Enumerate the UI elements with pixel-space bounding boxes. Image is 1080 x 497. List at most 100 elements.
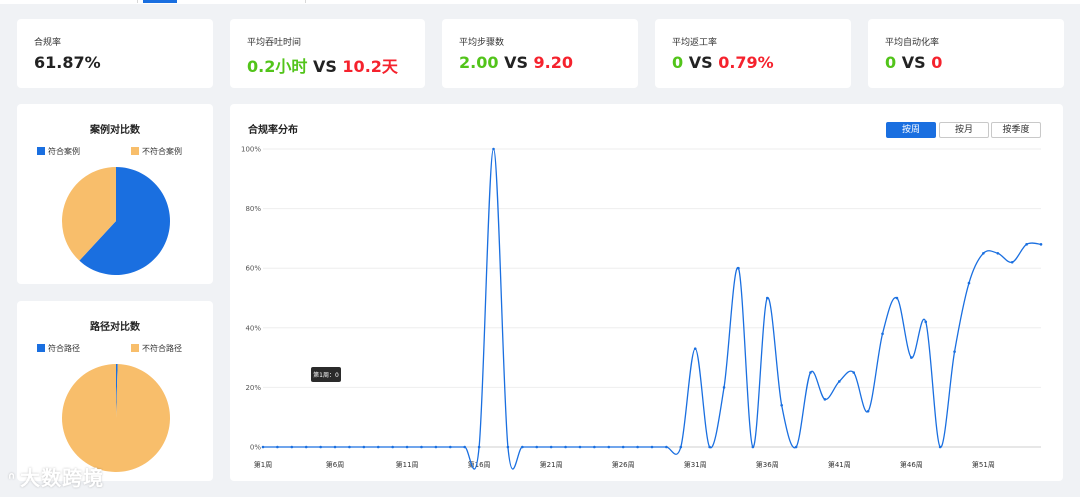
- kpi-value: 0 VS 0.79%: [672, 53, 774, 72]
- pie-slice-noncompliant-paths[interactable]: [61, 364, 170, 472]
- data-point[interactable]: [737, 266, 740, 270]
- data-point[interactable]: [982, 252, 985, 255]
- kpi-value-text: 61.87%: [34, 53, 101, 72]
- data-point[interactable]: [391, 445, 394, 449]
- data-point[interactable]: [765, 296, 769, 300]
- top-tab-strip: [0, 0, 1080, 4]
- legend-swatch: [131, 344, 139, 352]
- kpi-label: 平均吞吐时间: [247, 38, 302, 48]
- data-point[interactable]: [722, 386, 726, 389]
- kpi-value: 2.00 VS 9.20: [459, 53, 573, 72]
- data-point[interactable]: [837, 380, 841, 383]
- data-point[interactable]: [578, 445, 582, 449]
- data-point[interactable]: [881, 332, 884, 336]
- data-point[interactable]: [679, 445, 683, 449]
- data-point[interactable]: [852, 371, 856, 374]
- kpi-card-steps: 平均步骤数 2.00 VS 9.20: [442, 19, 638, 88]
- legend-noncompliant-paths[interactable]: 不符合路径: [131, 343, 182, 354]
- watermark: ᐢ 大数跨境: [8, 462, 104, 491]
- data-point[interactable]: [376, 445, 380, 449]
- data-point[interactable]: [405, 445, 409, 449]
- kpi-card-compliance-rate: 合规率 61.87%: [17, 19, 213, 88]
- data-point[interactable]: [434, 445, 438, 449]
- data-point[interactable]: [693, 347, 697, 350]
- compliance-distribution-card: 合规率分布 按周 按月 按季度 0% 20% 40% 60% 80% 100% 第1周 第6周…: [230, 104, 1063, 481]
- data-point[interactable]: [794, 445, 798, 449]
- y-tick-label: 80%: [245, 205, 261, 213]
- legend-compliant-paths[interactable]: 符合路径: [37, 343, 80, 354]
- x-tick-label: 第1周: [254, 460, 272, 469]
- x-tick-label: 第41周: [828, 460, 851, 469]
- active-tab-indicator[interactable]: [143, 0, 177, 3]
- data-point[interactable]: [809, 371, 812, 374]
- data-point[interactable]: [261, 445, 265, 449]
- data-point[interactable]: [621, 445, 625, 449]
- legend-label: 符合路径: [48, 344, 80, 353]
- data-point[interactable]: [967, 281, 971, 285]
- path-comparison-card: 路径对比数 符合路径 不符合路径: [17, 301, 213, 481]
- data-point[interactable]: [1010, 260, 1014, 264]
- data-point[interactable]: [636, 445, 639, 449]
- data-point[interactable]: [348, 445, 351, 449]
- legend-compliant-cases[interactable]: 符合案例: [37, 146, 80, 157]
- case-pie-chart: [62, 167, 171, 275]
- data-point[interactable]: [506, 445, 510, 449]
- kpi-label: 平均步骤数: [459, 38, 505, 48]
- data-point[interactable]: [1025, 243, 1028, 246]
- data-point[interactable]: [996, 252, 1000, 255]
- data-point[interactable]: [477, 445, 481, 449]
- data-point[interactable]: [535, 445, 539, 449]
- data-point[interactable]: [593, 445, 596, 449]
- kpi-left-value: 0.2小时: [247, 57, 308, 76]
- legend-label: 不符合案例: [142, 147, 182, 156]
- fox-logo-icon: ᐢ: [8, 469, 17, 490]
- data-point[interactable]: [276, 445, 279, 449]
- y-tick-label: 100%: [241, 146, 261, 154]
- series-line: [263, 148, 1042, 470]
- kpi-vs: VS: [504, 53, 528, 72]
- data-point[interactable]: [290, 445, 294, 449]
- kpi-left-value: 0: [672, 53, 684, 72]
- data-point[interactable]: [708, 445, 711, 449]
- kpi-right-value: 0: [931, 53, 943, 72]
- case-comparison-card: 案例对比数 符合案例 不符合案例: [17, 104, 213, 284]
- legend-noncompliant-cases[interactable]: 不符合案例: [131, 146, 182, 157]
- x-tick-label: 第51周: [972, 460, 995, 469]
- data-point[interactable]: [564, 445, 567, 449]
- data-point[interactable]: [492, 147, 495, 151]
- data-point[interactable]: [910, 356, 913, 359]
- data-point[interactable]: [319, 445, 322, 449]
- kpi-vs: VS: [688, 53, 713, 72]
- data-point[interactable]: [895, 296, 899, 300]
- data-point[interactable]: [607, 445, 611, 449]
- kpi-card-throughput-time: 平均吞吐时间 0.2小时 VS 10.2天: [230, 19, 425, 88]
- data-point[interactable]: [650, 445, 654, 449]
- data-point[interactable]: [448, 445, 452, 449]
- data-point[interactable]: [823, 398, 827, 401]
- data-point[interactable]: [521, 445, 524, 449]
- data-point[interactable]: [924, 320, 928, 324]
- data-point[interactable]: [549, 445, 553, 449]
- data-point[interactable]: [304, 445, 308, 449]
- data-point[interactable]: [953, 350, 956, 353]
- kpi-label: 平均返工率: [672, 38, 718, 48]
- kpi-vs: VS: [901, 53, 926, 72]
- data-point[interactable]: [333, 445, 337, 449]
- data-point[interactable]: [420, 445, 423, 449]
- pie-title: 案例对比数: [90, 125, 140, 136]
- data-point[interactable]: [938, 445, 942, 449]
- data-point[interactable]: [751, 445, 755, 449]
- data-point[interactable]: [780, 403, 783, 407]
- kpi-right-value: 10.2天: [342, 57, 398, 76]
- data-point[interactable]: [665, 445, 668, 449]
- data-point[interactable]: [362, 445, 366, 449]
- legend-swatch: [131, 147, 139, 155]
- kpi-left-value: 0: [885, 53, 897, 72]
- x-tick-label: 第46周: [900, 460, 923, 469]
- data-point[interactable]: [866, 409, 870, 413]
- kpi-value: 61.87%: [34, 53, 101, 72]
- x-tick-label: 第36周: [756, 460, 779, 469]
- data-point[interactable]: [1039, 243, 1043, 246]
- data-point[interactable]: [463, 445, 467, 449]
- kpi-card-automation-rate: 平均自动化率 0 VS 0: [868, 19, 1064, 88]
